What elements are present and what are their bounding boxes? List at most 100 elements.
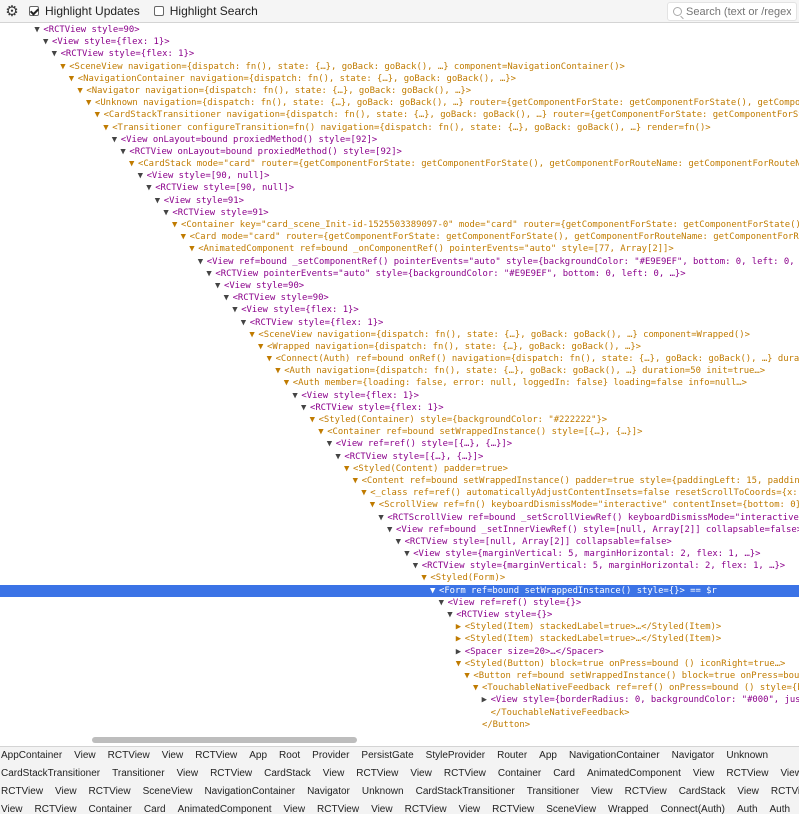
collapse-arrow-icon[interactable]: ▼ <box>224 292 233 304</box>
tree-row[interactable]: ▼ <View style={flex: 1}> <box>0 36 799 48</box>
collapse-arrow-icon[interactable]: ▼ <box>456 658 465 670</box>
tree-row[interactable]: ▼ <Content ref=bound setWrappedInstance()… <box>0 475 799 487</box>
tree-row[interactable]: ▼ <Card mode="card" router={getComponentF… <box>0 231 799 243</box>
tree-row[interactable]: ▼ <RCTView style=[{…}, {…}]> <box>0 451 799 463</box>
breadcrumb-item[interactable]: Navigator <box>666 747 721 765</box>
tree-row[interactable]: ▼ <View ref=ref() style=[{…}, {…}]> <box>0 438 799 450</box>
breadcrumb-item[interactable]: View <box>404 765 438 783</box>
collapse-arrow-icon[interactable]: ▼ <box>318 426 327 438</box>
tree-row[interactable]: ▼ <RCTScrollView ref=bound _setScrollView… <box>0 512 799 524</box>
tree-row[interactable]: ▼ <AnimatedComponent ref=bound _onCompone… <box>0 243 799 255</box>
breadcrumb-item[interactable]: View <box>731 783 765 801</box>
tree-row[interactable]: ▼ <View style={flex: 1}> <box>0 304 799 316</box>
tree-row[interactable]: ▼ <SceneView navigation={dispatch: fn(), … <box>0 329 799 341</box>
collapse-arrow-icon[interactable]: ▼ <box>284 377 293 389</box>
collapse-arrow-icon[interactable]: ▼ <box>181 231 190 243</box>
highlight-updates-option[interactable]: Highlight Updates <box>29 4 140 18</box>
tree-row[interactable]: ▼ <NavigationContainer navigation={dispat… <box>0 73 799 85</box>
tree-row[interactable]: ▼ <Connect(Auth) ref=bound onRef() naviga… <box>0 353 799 365</box>
collapse-arrow-icon[interactable]: ▼ <box>215 280 224 292</box>
tree-row[interactable]: ▼ <Container key="card_scene_Init-id-1525… <box>0 219 799 231</box>
breadcrumb-item[interactable]: Transitioner <box>106 765 170 783</box>
collapse-arrow-icon[interactable]: ▼ <box>241 317 250 329</box>
breadcrumb-item[interactable]: RCTView <box>619 783 673 801</box>
breadcrumb-item[interactable]: View <box>365 801 399 814</box>
collapse-arrow-icon[interactable]: ▼ <box>387 524 396 536</box>
highlight-updates-checkbox[interactable] <box>29 6 39 16</box>
breadcrumb-item[interactable]: RCTView <box>189 747 243 765</box>
tree-row[interactable]: </TouchableNativeFeedback> <box>0 707 799 719</box>
breadcrumb-item[interactable]: View <box>774 765 799 783</box>
breadcrumb-item[interactable]: View <box>49 783 83 801</box>
breadcrumb-item[interactable]: PersistGate <box>355 747 419 765</box>
breadcrumb-item[interactable]: View <box>278 801 312 814</box>
breadcrumb-item[interactable]: AnimatedComponent <box>581 765 687 783</box>
breadcrumb-item[interactable]: Transitioner <box>521 783 585 801</box>
breadcrumb-item[interactable]: Auth <box>731 801 764 814</box>
collapse-arrow-icon[interactable]: ▼ <box>138 170 147 182</box>
collapse-arrow-icon[interactable]: ▼ <box>69 73 78 85</box>
tree-row[interactable]: ▼ <RCTView style={flex: 1}> <box>0 402 799 414</box>
collapse-arrow-icon[interactable]: ▼ <box>86 97 95 109</box>
breadcrumb-item[interactable]: Wrapped <box>602 801 654 814</box>
breadcrumb-item[interactable]: View <box>453 801 487 814</box>
collapse-arrow-icon[interactable]: ▼ <box>473 682 482 694</box>
tree-row[interactable]: ▼ <View ref=ref() style={}> <box>0 597 799 609</box>
tree-row[interactable]: ▼ <Wrapped navigation={dispatch: fn(), st… <box>0 341 799 353</box>
collapse-arrow-icon[interactable]: ▼ <box>361 487 370 499</box>
breadcrumb-item[interactable]: Card <box>547 765 581 783</box>
tree-row[interactable]: ▼ <Unknown navigation={dispatch: fn(), st… <box>0 97 799 109</box>
collapse-arrow-icon[interactable]: ▼ <box>52 48 61 60</box>
breadcrumb-item[interactable]: View <box>0 801 29 814</box>
breadcrumb-item[interactable]: Container <box>83 801 138 814</box>
collapse-arrow-icon[interactable]: ▼ <box>327 438 336 450</box>
breadcrumb-item[interactable]: CardStack <box>258 765 317 783</box>
breadcrumb-item[interactable]: View <box>585 783 619 801</box>
tree-row[interactable]: ▼ <RCTView style={}> <box>0 609 799 621</box>
collapse-arrow-icon[interactable]: ▼ <box>258 341 267 353</box>
breadcrumb-item[interactable]: Navigator <box>301 783 356 801</box>
collapse-arrow-icon[interactable]: ▼ <box>146 182 155 194</box>
breadcrumb-item[interactable]: RCTView <box>29 801 83 814</box>
breadcrumb-item[interactable]: View <box>156 747 190 765</box>
breadcrumb-item[interactable]: SceneView <box>137 783 199 801</box>
collapse-arrow-icon[interactable]: ▼ <box>301 402 310 414</box>
tree-row-selected[interactable]: ▼ <Form ref=bound setWrappedInstance() st… <box>0 584 799 597</box>
search-box[interactable] <box>667 2 797 21</box>
breadcrumb-item[interactable]: StyleProvider <box>420 747 491 765</box>
collapse-arrow-icon[interactable]: ▼ <box>447 609 456 621</box>
tree-row[interactable]: ▼ <ScrollView ref=fn() keyboardDismissMod… <box>0 499 799 511</box>
highlight-search-checkbox[interactable] <box>153 6 164 16</box>
tree-row[interactable]: ▼ <RCTView style=90> <box>0 292 799 304</box>
breadcrumb-item[interactable]: Router <box>491 747 533 765</box>
gear-icon[interactable]: ⚙ <box>3 2 21 20</box>
breadcrumb-item[interactable]: RCTView <box>0 783 49 801</box>
search-input[interactable] <box>686 5 791 18</box>
breadcrumb-item[interactable]: Provider <box>306 747 355 765</box>
tree-row[interactable]: ▼ <Auth navigation={dispatch: fn(), state… <box>0 365 799 377</box>
breadcrumb-item[interactable]: AppContainer <box>0 747 68 765</box>
breadcrumb-item[interactable]: NavigationContainer <box>563 747 666 765</box>
collapse-arrow-icon[interactable]: ▼ <box>344 463 353 475</box>
tree-row[interactable]: ▼ <RCTView onLayout=bound proxiedMethod()… <box>0 146 799 158</box>
tree-row[interactable]: ▼ <RCTView style={flex: 1}> <box>0 317 799 329</box>
expand-arrow-icon[interactable]: ▶ <box>482 694 491 706</box>
breadcrumb-item[interactable]: Card <box>138 801 172 814</box>
breadcrumb-item[interactable]: RCTView <box>350 765 404 783</box>
breadcrumb-item[interactable]: Connect(Auth) <box>654 801 730 814</box>
collapse-arrow-icon[interactable]: ▼ <box>95 109 104 121</box>
breadcrumb-item[interactable]: CardStackTransitioner <box>0 765 106 783</box>
tree-row[interactable]: ▼ <RCTView style=[90, null]> <box>0 182 799 194</box>
collapse-arrow-icon[interactable]: ▼ <box>155 195 164 207</box>
tree-row[interactable]: ▼ <View ref=bound _setInnerViewRef() styl… <box>0 524 799 536</box>
collapse-arrow-icon[interactable]: ▼ <box>103 122 112 134</box>
breadcrumb-item[interactable]: Root <box>273 747 306 765</box>
tree-row[interactable]: ▶ <Styled(Item) stackedLabel=true>…</Styl… <box>0 621 799 633</box>
collapse-arrow-icon[interactable]: ▼ <box>172 219 181 231</box>
collapse-arrow-icon[interactable]: ▼ <box>43 36 52 48</box>
tree-row[interactable]: ▼ <Styled(Container) style={backgroundCol… <box>0 414 799 426</box>
tree-row[interactable]: ▼ <Styled(Button) block=true onPress=boun… <box>0 658 799 670</box>
tree-row[interactable]: ▼ <Transitioner configureTransition=fn() … <box>0 122 799 134</box>
tree-row[interactable]: ▼ <RCTView style=91> <box>0 207 799 219</box>
tree-row[interactable]: ▼ <RCTView style={flex: 1}> <box>0 48 799 60</box>
